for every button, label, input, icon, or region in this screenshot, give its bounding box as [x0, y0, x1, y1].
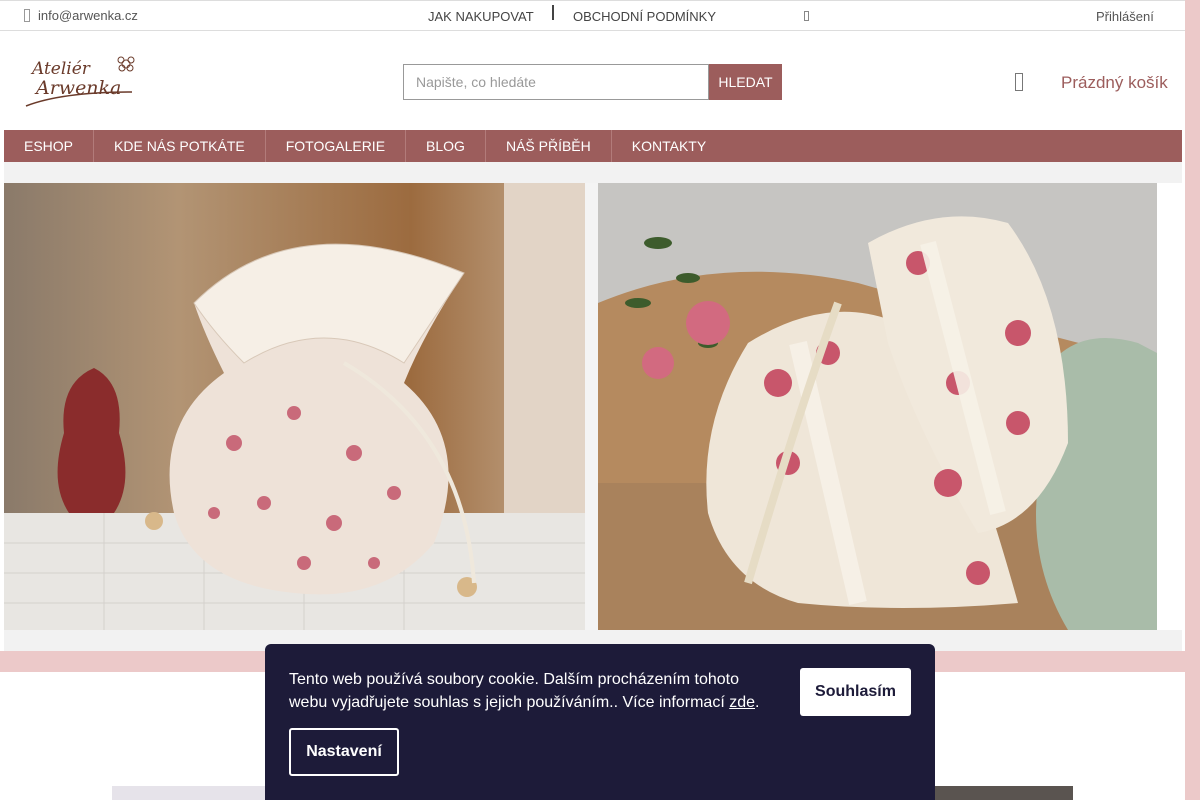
how-to-buy-link[interactable]: JAK NAKUPOVAT — [428, 9, 534, 24]
page: info@arwenka.cz JAK NAKUPOVAT OBCHODNÍ P… — [0, 0, 1185, 800]
nav-spacer — [4, 162, 1182, 183]
cart-icon[interactable] — [1015, 73, 1023, 91]
svg-text:Arwenka: Arwenka — [34, 77, 121, 99]
top-bar: info@arwenka.cz JAK NAKUPOVAT OBCHODNÍ P… — [0, 0, 1185, 31]
product-thumbnail[interactable] — [930, 786, 1073, 800]
banner-image-pouch[interactable] — [4, 183, 585, 630]
search-form: Napište, co hledáte HLEDAT — [403, 64, 782, 100]
main-nav: ESHOP KDE NÁS POTKÁTE FOTOGALERIE BLOG N… — [4, 130, 1182, 162]
cookie-settings-button[interactable]: Nastavení — [289, 728, 399, 776]
separator — [552, 5, 554, 20]
cart-link[interactable]: Prázdný košík — [1061, 73, 1168, 93]
email-text: info@arwenka.cz — [38, 8, 138, 23]
login-link[interactable]: Přihlášení — [1096, 9, 1154, 24]
terms-link[interactable]: OBCHODNÍ PODMÍNKY — [573, 9, 716, 24]
cookie-period: . — [755, 694, 760, 711]
hearts-illustration — [598, 183, 1157, 630]
email-link[interactable]: info@arwenka.cz — [24, 8, 138, 23]
banner-gap — [585, 183, 598, 630]
cookie-text: Tento web používá soubory cookie. Dalším… — [289, 668, 779, 714]
banner-image-hearts[interactable] — [598, 183, 1157, 630]
cookie-message: Tento web používá soubory cookie. Dalším… — [289, 671, 740, 711]
nav-item-gallery[interactable]: FOTOGALERIE — [266, 130, 407, 162]
search-button[interactable]: HLEDAT — [709, 64, 782, 100]
banner-right-margin — [1157, 183, 1182, 630]
nav-item-eshop[interactable]: ESHOP — [4, 130, 95, 162]
cookie-more-link[interactable]: zde — [729, 694, 755, 711]
product-thumbnail[interactable] — [112, 786, 272, 800]
cookie-accept-button[interactable]: Souhlasím — [800, 668, 911, 716]
svg-text:Ateliér: Ateliér — [30, 59, 91, 79]
language-icon[interactable] — [804, 11, 809, 21]
mail-icon — [24, 9, 30, 22]
nav-item-blog[interactable]: BLOG — [406, 130, 486, 162]
page-scrollbar[interactable] — [1185, 0, 1200, 800]
site-logo[interactable]: Ateliér Arwenka — [22, 48, 142, 112]
nav-item-where[interactable]: KDE NÁS POTKÁTE — [94, 130, 266, 162]
nav-item-contacts[interactable]: KONTAKTY — [612, 130, 726, 162]
search-input[interactable]: Napište, co hledáte — [403, 64, 709, 100]
logo-image: Ateliér Arwenka — [25, 56, 135, 107]
cookie-banner: Tento web používá soubory cookie. Dalším… — [265, 644, 935, 800]
pouch-illustration — [4, 183, 585, 630]
nav-item-story[interactable]: NÁŠ PŘÍBĚH — [486, 130, 612, 162]
